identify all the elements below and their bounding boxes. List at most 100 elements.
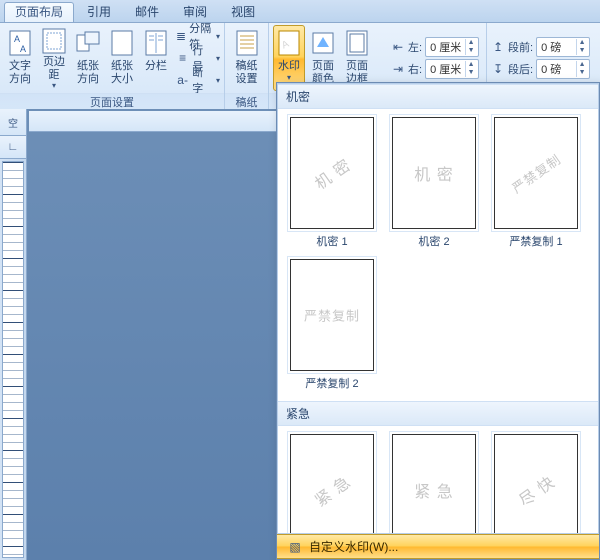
chevron-down-icon: ▾ — [216, 76, 220, 85]
tab-mailings[interactable]: 邮件 — [124, 2, 170, 22]
columns-icon — [141, 28, 171, 58]
ruler-top-box: ∟ — [0, 136, 26, 159]
spacing-before-spinner[interactable]: 0 磅 ▲▼ — [536, 37, 590, 57]
tab-strip: 页面布局 引用 邮件 审阅 视图 — [0, 0, 600, 23]
spinner-up-icon[interactable]: ▲ — [466, 61, 476, 69]
text-direction-label: 文字 方向 — [9, 60, 31, 85]
watermark-thumb: 严禁复制 — [290, 259, 374, 371]
manuscript-label: 稿纸 设置 — [236, 60, 258, 85]
hyphenation-label: 断字 — [192, 64, 213, 96]
watermark-section-grid: 紧 急 紧急 1 紧 急 紧急 2 尽 快 尽快 1 — [278, 426, 598, 533]
tab-view[interactable]: 视图 — [220, 2, 266, 22]
group-manuscript: 稿纸 设置 稿纸 — [225, 23, 269, 110]
indent-right-spinner[interactable]: 0 厘米 ▲▼ — [425, 59, 479, 79]
page-color-icon — [308, 28, 338, 58]
spinner-up-icon[interactable]: ▲ — [466, 39, 476, 47]
group-manuscript-caption: 稿纸 — [225, 93, 268, 110]
watermark-thumb-text: 机 密 — [309, 152, 355, 194]
hyphenation-button[interactable]: a-断字▾ — [176, 70, 220, 90]
spinner-down-icon[interactable]: ▼ — [577, 69, 587, 77]
watermark-thumb: 紧 急 — [290, 434, 374, 533]
size-button[interactable]: 纸张 大小 — [106, 25, 138, 91]
left-ruler-strip: 空 ∟ — [0, 109, 27, 560]
indent-left-spinner[interactable]: 0 厘米 ▲▼ — [425, 37, 479, 57]
spinner-down-icon[interactable]: ▼ — [577, 47, 587, 55]
text-direction-button[interactable]: AA 文字 方向 — [4, 25, 36, 91]
custom-watermark-label: 自定义水印(W)... — [309, 538, 398, 555]
spinner-up-icon[interactable]: ▲ — [577, 61, 587, 69]
ruler-corner: 空 — [0, 109, 26, 136]
orientation-label: 纸张 方向 — [77, 60, 99, 85]
watermark-menu-icon: ▧ — [287, 539, 303, 555]
watermark-item[interactable]: 严禁复制 严禁复制 1 — [490, 117, 582, 249]
page-borders-icon — [342, 28, 372, 58]
chevron-down-icon: ▾ — [216, 32, 220, 41]
watermark-gallery-panel: 机密 机 密 机密 1 机 密 机密 2 严禁复制 严禁复制 1 严禁复制 严禁… — [276, 82, 600, 560]
watermark-gallery[interactable]: 机密 机 密 机密 1 机 密 机密 2 严禁复制 严禁复制 1 严禁复制 严禁… — [277, 83, 599, 533]
custom-watermark-menu-item[interactable]: ▧ 自定义水印(W)... — [277, 534, 599, 559]
hyphenation-icon: a- — [176, 73, 189, 87]
tab-references[interactable]: 引用 — [76, 2, 122, 22]
watermark-caption: 机密 2 — [418, 233, 449, 249]
indent-right-value: 0 厘米 — [430, 61, 462, 77]
watermark-thumb: 紧 急 — [392, 434, 476, 533]
watermark-item[interactable]: 紧 急 紧急 2 — [388, 434, 480, 533]
size-label: 纸张 大小 — [111, 60, 133, 85]
watermark-thumb-text: 紧 急 — [309, 469, 355, 511]
watermark-thumb: 严禁复制 — [494, 117, 578, 229]
manuscript-settings-button[interactable]: 稿纸 设置 — [229, 25, 264, 91]
size-icon — [107, 28, 137, 58]
watermark-thumb-text: 尽 快 — [513, 469, 559, 511]
watermark-item[interactable]: 紧 急 紧急 1 — [286, 434, 378, 533]
watermark-thumb: 机 密 — [392, 117, 476, 229]
tab-review[interactable]: 审阅 — [172, 2, 218, 22]
chevron-down-icon: ▾ — [216, 54, 220, 63]
spacing-after-label: 段后: — [508, 61, 533, 77]
spacing-before-icon: ↥ — [491, 40, 505, 54]
line-numbers-icon: ≡ — [176, 51, 189, 65]
breaks-icon: ≣ — [176, 29, 186, 43]
spacing-before-label: 段前: — [508, 39, 533, 55]
indent-left-value: 0 厘米 — [430, 39, 462, 55]
chevron-down-icon: ▾ — [52, 81, 56, 90]
group-page-setup: AA 文字 方向 页边距 ▾ 纸张 方向 纸 — [0, 23, 225, 110]
spacing-after-icon: ↧ — [491, 62, 505, 76]
indent-left-label: 左: — [408, 39, 422, 55]
manuscript-icon — [232, 28, 262, 58]
watermark-panel-menu: ▧ 自定义水印(W)... — [277, 533, 599, 559]
watermark-caption: 严禁复制 1 — [509, 233, 562, 249]
watermark-item[interactable]: 尽 快 尽快 1 — [490, 434, 582, 533]
watermark-thumb-text: 严禁复制 — [304, 306, 360, 325]
indent-right-icon: ⇥ — [391, 62, 405, 76]
indent-left-icon: ⇤ — [391, 40, 405, 54]
orientation-icon — [73, 28, 103, 58]
margins-button[interactable]: 页边距 ▾ — [38, 25, 70, 91]
watermark-item[interactable]: 机 密 机密 1 — [286, 117, 378, 249]
spacing-before-value: 0 磅 — [541, 39, 573, 55]
watermark-label: 水印 — [278, 60, 300, 73]
watermark-section-grid: 机 密 机密 1 机 密 机密 2 严禁复制 严禁复制 1 严禁复制 严禁复制 … — [278, 109, 598, 401]
watermark-thumb-text: 紧 急 — [414, 478, 453, 502]
watermark-thumb-text: 严禁复制 — [508, 149, 565, 197]
spinner-down-icon[interactable]: ▼ — [466, 47, 476, 55]
spinner-up-icon[interactable]: ▲ — [577, 39, 587, 47]
watermark-thumb: 尽 快 — [494, 434, 578, 533]
watermark-thumb-text: 机 密 — [414, 161, 453, 185]
columns-label: 分栏 — [145, 60, 167, 73]
indent-right-label: 右: — [408, 61, 422, 77]
margins-label: 页边距 — [39, 56, 69, 81]
spinner-down-icon[interactable]: ▼ — [466, 69, 476, 77]
watermark-item[interactable]: 严禁复制 严禁复制 2 — [286, 259, 378, 391]
orientation-button[interactable]: 纸张 方向 — [72, 25, 104, 91]
vertical-ruler[interactable] — [2, 161, 24, 558]
watermark-section-header: 机密 — [278, 84, 598, 109]
spacing-after-spinner[interactable]: 0 磅 ▲▼ — [536, 59, 590, 79]
watermark-caption: 严禁复制 2 — [305, 375, 358, 391]
svg-text:A: A — [20, 44, 26, 54]
columns-button[interactable]: 分栏 — [140, 25, 172, 91]
watermark-thumb: 机 密 — [290, 117, 374, 229]
watermark-item[interactable]: 机 密 机密 2 — [388, 117, 480, 249]
tab-page-layout[interactable]: 页面布局 — [4, 2, 74, 22]
group-page-setup-caption: 页面设置 — [0, 93, 224, 110]
watermark-caption: 机密 1 — [316, 233, 347, 249]
